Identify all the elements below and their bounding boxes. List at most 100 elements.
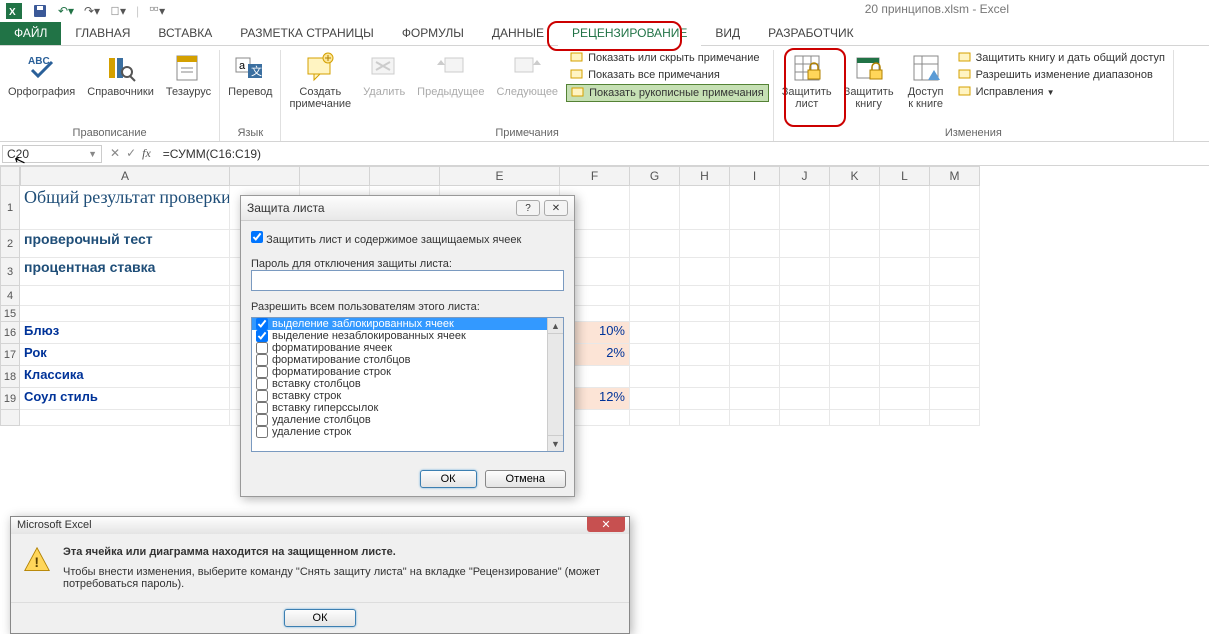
cell[interactable] <box>730 230 780 258</box>
cell[interactable] <box>880 186 930 230</box>
cell[interactable] <box>930 258 980 286</box>
cell[interactable] <box>730 344 780 366</box>
cell[interactable] <box>630 388 680 410</box>
scroll-up-icon[interactable]: ▲ <box>548 318 563 334</box>
scroll-down-icon[interactable]: ▼ <box>548 435 563 451</box>
row-header[interactable]: 1 <box>0 186 20 230</box>
cell[interactable] <box>680 388 730 410</box>
permission-item[interactable]: вставку гиперссылок <box>252 402 563 414</box>
cell[interactable] <box>630 258 680 286</box>
row-header[interactable]: 3 <box>0 258 20 286</box>
fx-icon[interactable]: fx <box>142 146 151 161</box>
select-all-corner[interactable] <box>0 166 20 186</box>
row-header[interactable]: 18 <box>0 366 20 388</box>
cancel-formula-icon[interactable]: ✕ <box>110 146 120 161</box>
permission-checkbox[interactable] <box>256 318 268 330</box>
cell[interactable] <box>680 286 730 306</box>
cell[interactable] <box>930 410 980 426</box>
view-mode-icon[interactable]: ▾ <box>149 3 165 19</box>
save-icon[interactable] <box>32 3 48 19</box>
cell[interactable] <box>780 306 830 322</box>
cell[interactable] <box>830 366 880 388</box>
cell[interactable]: Общий результат проверки <box>20 186 230 230</box>
permission-item[interactable]: удаление строк <box>252 426 563 438</box>
password-input[interactable] <box>251 270 564 291</box>
column-header[interactable]: M <box>930 166 980 186</box>
защитить-лист-button[interactable]: Защититьлист <box>778 50 836 112</box>
cell[interactable] <box>680 322 730 344</box>
column-header[interactable]: L <box>880 166 930 186</box>
dropdown-icon[interactable]: ▼ <box>88 149 97 159</box>
защитить-книгу-и-дать-общий-доступ-button[interactable]: Защитить книгу и дать общий доступ <box>954 50 1169 66</box>
column-header[interactable]: G <box>630 166 680 186</box>
cell[interactable] <box>730 286 780 306</box>
tab-формулы[interactable]: ФОРМУЛЫ <box>388 22 478 45</box>
permission-checkbox[interactable] <box>256 330 268 342</box>
ok-button[interactable]: ОК <box>284 609 357 627</box>
показать-все-примечания-button[interactable]: Показать все примечания <box>566 67 769 83</box>
cell[interactable] <box>830 186 880 230</box>
tab-вид[interactable]: ВИД <box>701 22 754 45</box>
cell[interactable] <box>880 344 930 366</box>
column-header[interactable]: H <box>680 166 730 186</box>
cell[interactable] <box>930 366 980 388</box>
permission-checkbox[interactable] <box>256 402 268 414</box>
row-header[interactable]: 15 <box>0 306 20 322</box>
permission-item[interactable]: удаление столбцов <box>252 414 563 426</box>
cell[interactable] <box>930 286 980 306</box>
redo-icon[interactable]: ↷▾ <box>84 3 100 19</box>
cell[interactable] <box>830 306 880 322</box>
permission-item[interactable]: выделение заблокированных ячеек <box>252 318 563 330</box>
создать-примечание-button[interactable]: Создатьпримечание <box>285 50 355 112</box>
справочники-button[interactable]: Справочники <box>83 50 158 100</box>
help-icon[interactable]: ? <box>516 200 540 216</box>
cell[interactable] <box>630 286 680 306</box>
cell[interactable] <box>630 306 680 322</box>
column-header[interactable]: J <box>780 166 830 186</box>
undo-icon[interactable]: ↶▾ <box>58 3 74 19</box>
file-tab[interactable]: ФАЙЛ <box>0 22 61 45</box>
защитить-книгу-button[interactable]: Защититькнигу <box>840 50 898 112</box>
cell[interactable]: процентная ставка <box>20 258 230 286</box>
cell[interactable] <box>730 388 780 410</box>
cell[interactable] <box>930 230 980 258</box>
cell[interactable] <box>680 366 730 388</box>
cell[interactable] <box>20 306 230 322</box>
protect-checkbox-row[interactable]: Защитить лист и содержимое защищаемых яч… <box>251 231 564 246</box>
permissions-list[interactable]: выделение заблокированных ячеек выделени… <box>251 317 564 452</box>
permission-checkbox[interactable] <box>256 378 268 390</box>
cell[interactable] <box>830 344 880 366</box>
cell[interactable] <box>880 230 930 258</box>
cell[interactable] <box>880 286 930 306</box>
cell[interactable] <box>930 322 980 344</box>
row-header[interactable]: 16 <box>0 322 20 344</box>
permission-checkbox[interactable] <box>256 390 268 402</box>
cell[interactable] <box>830 258 880 286</box>
cell[interactable]: Блюз <box>20 322 230 344</box>
permission-item[interactable]: вставку строк <box>252 390 563 402</box>
cell[interactable] <box>830 410 880 426</box>
column-header[interactable]: K <box>830 166 880 186</box>
column-header[interactable] <box>230 166 300 186</box>
cell[interactable] <box>680 306 730 322</box>
cell[interactable] <box>930 186 980 230</box>
cell[interactable] <box>780 322 830 344</box>
cell[interactable] <box>730 258 780 286</box>
ok-button[interactable]: ОК <box>420 470 477 488</box>
cell[interactable] <box>20 410 230 426</box>
permission-item[interactable]: вставку столбцов <box>252 378 563 390</box>
cell[interactable] <box>780 366 830 388</box>
cell[interactable]: Рок <box>20 344 230 366</box>
cancel-button[interactable]: Отмена <box>485 470 566 488</box>
cell[interactable] <box>730 322 780 344</box>
cell[interactable]: Соул стиль <box>20 388 230 410</box>
cell[interactable] <box>630 322 680 344</box>
cell[interactable] <box>780 258 830 286</box>
tab-вставка[interactable]: ВСТАВКА <box>144 22 226 45</box>
cell[interactable] <box>730 366 780 388</box>
cell[interactable] <box>880 306 930 322</box>
row-header[interactable]: 2 <box>0 230 20 258</box>
cell[interactable] <box>780 410 830 426</box>
formula-input[interactable]: =СУММ(C16:C19) <box>157 145 1209 163</box>
показать-рукописные-примечания-button[interactable]: Показать рукописные примечания <box>566 84 769 102</box>
